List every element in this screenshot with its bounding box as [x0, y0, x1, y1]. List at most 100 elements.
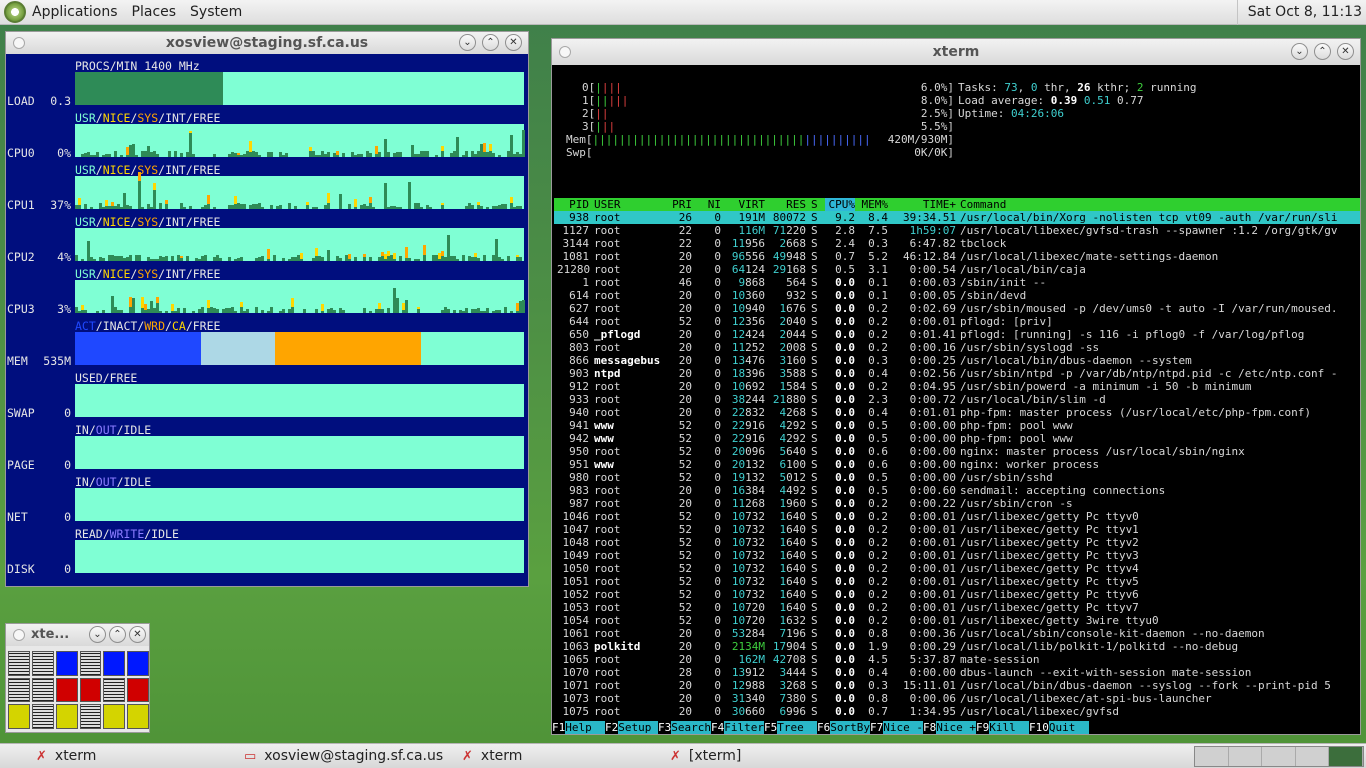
col-time[interactable]: TIME+	[891, 198, 956, 211]
xterm-small-titlebar[interactable]: xte... ⌄ ⌃ ✕	[6, 624, 149, 646]
process-row[interactable]: 1071 root 20 0 12988 3268 S 0.0 0.3 15:11.01/usr/…	[554, 679, 1360, 692]
window-menu-icon[interactable]	[13, 37, 25, 49]
process-row[interactable]: 1127 root 22 0 116M 71220 S 2.8 7.5 1h59:07/usr/l…	[554, 224, 1360, 237]
fkey-f5[interactable]: F5Tree	[764, 721, 817, 734]
col-command[interactable]: Command	[960, 198, 1356, 211]
clock[interactable]: Sat Oct 8, 11:13	[1236, 0, 1366, 25]
cpu-ticks: ||	[595, 94, 609, 107]
process-row[interactable]: 1063 polkitd 20 0 2134M 17904 S 0.0 1.9 0:00.29/u…	[554, 640, 1360, 653]
workspace-4[interactable]	[1296, 747, 1330, 766]
process-row[interactable]: 1053 root 52 0 10720 1640 S 0.0 0.2 0:00.01/usr/l…	[554, 601, 1360, 614]
process-row[interactable]: 866 messagebus 20 0 13476 3160 S 0.0 0.3 0:00.25 /…	[554, 354, 1360, 367]
maximize-button[interactable]: ⌃	[482, 34, 499, 51]
fkey-f8[interactable]: F8Nice +	[923, 721, 976, 734]
col-virt[interactable]: VIRT	[726, 198, 766, 211]
process-row[interactable]: 951 www 52 0 20132 6100 S 0.0 0.6 0:00.00 nginx: w…	[554, 458, 1360, 471]
col-res[interactable]: RES	[768, 198, 806, 211]
cell-ni: 0	[714, 562, 721, 575]
process-row[interactable]: 1073 root 20 0 31340 7380 S 0.0 0.8 0:00.06/usr/l…	[554, 692, 1360, 705]
process-row[interactable]: 614 root 20 0 10360 932 S 0.0 0.1 0:00.05/sbin/de…	[554, 289, 1360, 302]
fkey-f3[interactable]: F3Search	[658, 721, 711, 734]
process-row[interactable]: 21280 root 20 0 64124 29168 S 0.5 3.1 0:00.54/usr…	[554, 263, 1360, 276]
cell-user: root	[594, 341, 621, 354]
minimize-button[interactable]: ⌄	[89, 626, 106, 643]
process-row[interactable]: 1048 root 52 0 10732 1640 S 0.0 0.2 0:00.01/usr/l…	[554, 536, 1360, 549]
menu-places[interactable]: Places	[132, 4, 177, 20]
maximize-button[interactable]: ⌃	[109, 626, 126, 643]
process-row[interactable]: 950 root 52 0 20096 5640 S 0.0 0.6 0:00.00 nginx: …	[554, 445, 1360, 458]
process-row[interactable]: 1052 root 52 0 10732 1640 S 0.0 0.2 0:00.01/usr/l…	[554, 588, 1360, 601]
process-row[interactable]: 941 www 52 0 22916 4292 S 0.0 0.5 0:00.00 php-fpm:…	[554, 419, 1360, 432]
cell-pid: 912	[569, 380, 589, 393]
taskbar-item[interactable]: ✗ xterm	[460, 745, 660, 768]
process-row[interactable]: 983 root 20 0 16384 4492 S 0.0 0.5 0:00.60 sendmai…	[554, 484, 1360, 497]
htop-screen[interactable]: 0[|||| 6.0%] 1[||||| 8.0%] 2[|| 2.5%] 3[||| 5.5…	[552, 65, 1360, 734]
process-row[interactable]: 912 root 20 0 10692 1584 S 0.0 0.2 0:04.95/usr/sb…	[554, 380, 1360, 393]
window-menu-icon[interactable]	[13, 629, 25, 641]
process-row[interactable]: 938 root 26 0 191M 80072 S 9.2 8.4 39:34.51/usr/l…	[554, 211, 1360, 224]
process-row[interactable]: 1049 root 52 0 10732 1640 S 0.0 0.2 0:00.01/usr/l…	[554, 549, 1360, 562]
process-row[interactable]: 627 root 20 0 10940 1676 S 0.0 0.2 0:02.69/usr/sb…	[554, 302, 1360, 315]
process-row[interactable]: 987 root 20 0 11268 1960 S 0.0 0.2 0:00.22/usr/sb…	[554, 497, 1360, 510]
process-row[interactable]: 980 root 52 0 19132 5012 S 0.0 0.5 0:00.00/usr/sb…	[554, 471, 1360, 484]
process-row[interactable]: 940 root 20 0 22832 4268 S 0.0 0.4 0:01.01 php-fpm…	[554, 406, 1360, 419]
fkey-f9[interactable]: F9Kill	[976, 721, 1029, 734]
taskbar-item[interactable]: ✗ [xterm]	[668, 745, 868, 768]
col-user[interactable]: USER	[594, 198, 621, 211]
cell-state: S	[811, 510, 818, 523]
process-row[interactable]: 644 root 52 0 12356 2040 S 0.0 0.2 0:00.01 pflogd:…	[554, 315, 1360, 328]
process-row[interactable]: 1051 root 52 0 10732 1640 S 0.0 0.2 0:00.01/usr/l…	[554, 575, 1360, 588]
col-state[interactable]: S	[811, 198, 818, 211]
col-cpu[interactable]: CPU%	[825, 198, 855, 211]
fkey-f2[interactable]: F2Setup	[605, 721, 658, 734]
process-row[interactable]: 803 root 20 0 11252 2008 S 0.0 0.2 0:00.16/usr/sb…	[554, 341, 1360, 354]
menu-applications[interactable]: Applications	[32, 4, 118, 20]
mate-logo-icon[interactable]	[4, 1, 26, 23]
taskbar-item[interactable]: ▭ xosview@staging.sf.ca.us	[242, 745, 452, 768]
col-ni[interactable]: NI	[697, 198, 721, 211]
fkey-f6[interactable]: F6SortBy	[817, 721, 870, 734]
xterm-titlebar[interactable]: xterm ⌄ ⌃ ✕	[552, 39, 1360, 65]
cell-cpu: 0.5	[835, 263, 855, 276]
close-button[interactable]: ✕	[129, 626, 146, 643]
process-row[interactable]: 1050 root 52 0 10732 1640 S 0.0 0.2 0:00.01/usr/l…	[554, 562, 1360, 575]
workspace-2[interactable]	[1229, 747, 1263, 766]
process-row[interactable]: 1054 root 52 0 10720 1632 S 0.0 0.2 0:00.01/usr/l…	[554, 614, 1360, 627]
process-row[interactable]: 1070 root 28 0 13912 3444 S 0.0 0.4 0:00.00 dbus-l…	[554, 666, 1360, 679]
fkey-f10[interactable]: F10Quit	[1029, 721, 1089, 734]
process-row[interactable]: 933 root 20 0 38244 21880 S 0.0 2.3 0:00.72/usr/l…	[554, 393, 1360, 406]
minimize-button[interactable]: ⌄	[1291, 43, 1308, 60]
process-row[interactable]: 650 _pflogd 20 0 12424 2044 S 0.0 0.2 0:01.41 pflo…	[554, 328, 1360, 341]
process-row[interactable]: 1046 root 52 0 10732 1640 S 0.0 0.2 0:00.01/usr/l…	[554, 510, 1360, 523]
fkey-f7[interactable]: F7Nice -	[870, 721, 923, 734]
process-row[interactable]: 1 root 46 0 9868 564 S 0.0 0.1 0:00.03/sbin/init …	[554, 276, 1360, 289]
process-row[interactable]: 1075 root 20 0 30660 6996 S 0.0 0.7 1:34.95/usr/l…	[554, 705, 1360, 718]
minimize-button[interactable]: ⌄	[459, 34, 476, 51]
history-bar	[171, 304, 174, 311]
workspace-5[interactable]	[1329, 747, 1363, 766]
close-button[interactable]: ✕	[505, 34, 522, 51]
process-row[interactable]: 903 ntpd 20 0 18396 3588 S 0.0 0.4 0:02.56/usr/sb…	[554, 367, 1360, 380]
process-row[interactable]: 942 www 52 0 22916 4292 S 0.0 0.5 0:00.00 php-fpm:…	[554, 432, 1360, 445]
workspace-3[interactable]	[1262, 747, 1296, 766]
window-menu-icon[interactable]	[559, 46, 571, 58]
maximize-button[interactable]: ⌃	[1314, 43, 1331, 60]
process-row[interactable]: 1065 root 20 0 162M 42708 S 0.0 4.5 5:37.87 mate-s…	[554, 653, 1360, 666]
col-pid[interactable]: PID	[557, 198, 589, 211]
col-mem[interactable]: MEM%	[858, 198, 889, 211]
cell-pid: 942	[569, 432, 589, 445]
workspace-switcher[interactable]	[1194, 746, 1364, 767]
fkey-f4[interactable]: F4Filter	[711, 721, 764, 734]
workspace-1[interactable]	[1195, 747, 1229, 766]
fkey-f1[interactable]: F1Help	[552, 721, 605, 734]
process-row[interactable]: 1081 root 20 0 96556 49948 S 0.7 5.2 46:12.84/usr…	[554, 250, 1360, 263]
process-table-header[interactable]: PID USER PRI NI VIRT RES S CPU% MEM% TIM…	[554, 198, 1360, 211]
process-row[interactable]: 1061 root 20 0 53284 7196 S 0.0 0.8 0:00.36/usr/l…	[554, 627, 1360, 640]
close-button[interactable]: ✕	[1337, 43, 1354, 60]
taskbar-item[interactable]: ✗ xterm	[34, 745, 234, 768]
process-row[interactable]: 1047 root 52 0 10732 1640 S 0.0 0.2 0:00.01/usr/l…	[554, 523, 1360, 536]
xosview-titlebar[interactable]: xosview@staging.sf.ca.us ⌄ ⌃ ✕	[6, 32, 528, 54]
menu-system[interactable]: System	[190, 4, 242, 20]
process-row[interactable]: 3144 root 22 0 11956 2668 S 2.4 0.3 6:47.82 tbcloc…	[554, 237, 1360, 250]
col-pri[interactable]: PRI	[664, 198, 692, 211]
